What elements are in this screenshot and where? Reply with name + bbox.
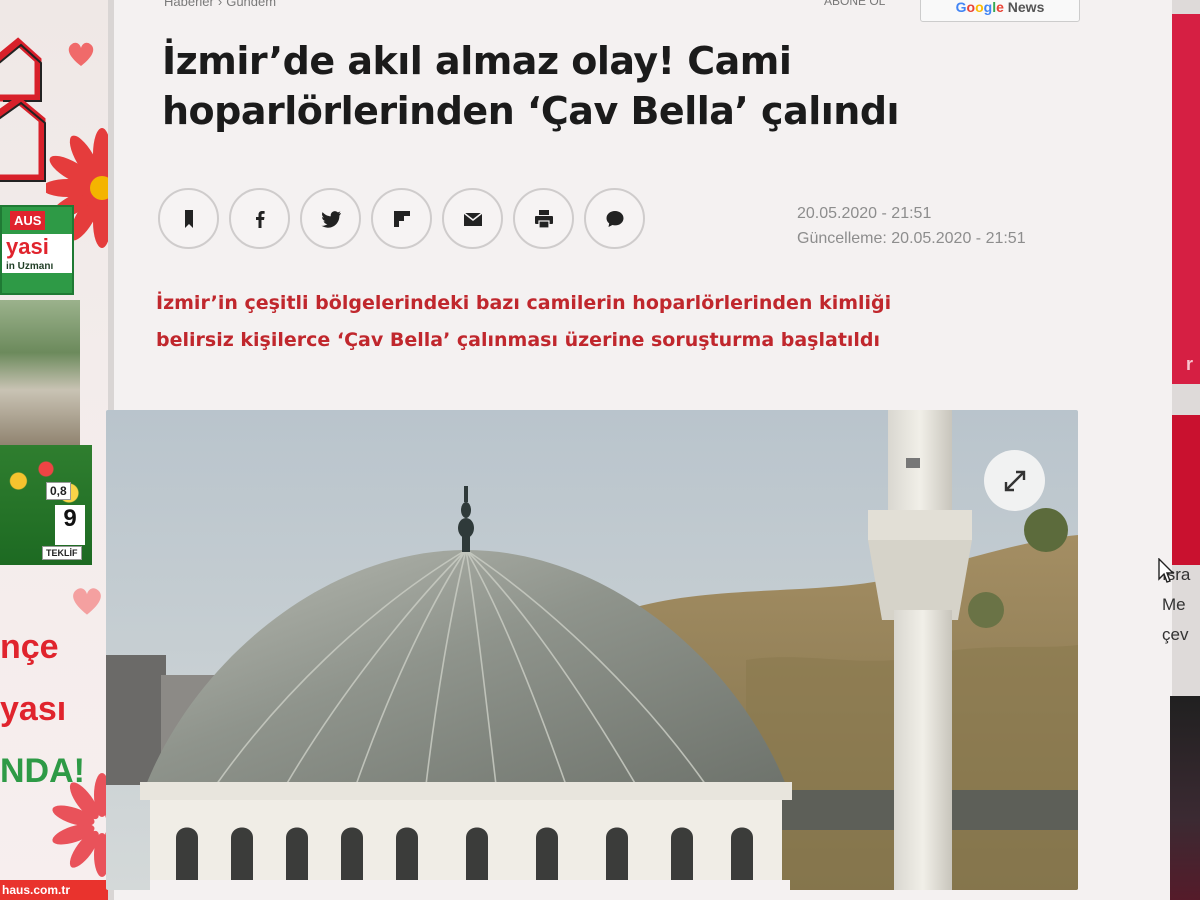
comment-button[interactable] — [584, 188, 645, 249]
sidebar-promo-1-text: r — [1186, 354, 1194, 374]
flipboard-icon — [393, 210, 410, 227]
sidebar-news-thumbnail[interactable] — [1172, 415, 1200, 565]
flower-decoration-icon — [52, 773, 108, 877]
twitter-share-button[interactable] — [300, 188, 361, 249]
house-logo-icon — [0, 37, 46, 182]
article-summary: İzmir’in çeşitli bölgelerindeki bazı cam… — [156, 285, 1056, 359]
sidebar-teaser-line-2: Me — [1162, 595, 1186, 614]
print-button[interactable] — [513, 188, 574, 249]
ad-price-caption: TEKLİF — [42, 546, 82, 560]
expand-image-button[interactable] — [984, 450, 1045, 511]
breadcrumb-item-gundem[interactable]: Gündem — [226, 0, 276, 9]
sidebar-promo-1[interactable]: r — [1172, 14, 1200, 384]
ad-big-text-2: yası — [0, 690, 67, 728]
breadcrumb-separator: › — [217, 0, 223, 9]
ad-url[interactable]: haus.com.tr — [0, 880, 108, 900]
summary-line-2: belirsiz kişilerce ‘Çav Bella’ çalınması… — [156, 329, 881, 351]
article-container: Haberler › Gündem ABONE OL Google News İzm… — [106, 0, 1172, 900]
gnews-letter: o — [975, 0, 984, 15]
ad-tagline: in Uzmanı — [2, 260, 72, 273]
expand-icon — [1004, 470, 1025, 491]
subscribe-link[interactable]: ABONE OL — [824, 0, 885, 8]
gnews-letter: o — [966, 0, 976, 15]
sidebar-news-thumbnail-2[interactable] — [1170, 696, 1200, 900]
breadcrumb-item-haberler[interactable]: Haberler — [164, 0, 214, 9]
mouse-cursor-icon — [1158, 558, 1174, 583]
left-advertisement[interactable]: AUS yasi in Uzmanı 0,8 9 TEKLİF nçe yası… — [0, 0, 108, 900]
gnews-label: News — [1007, 0, 1045, 15]
google-news-button[interactable]: Google News — [920, 0, 1080, 22]
sidebar-teaser-line-3: çev — [1162, 625, 1189, 644]
bookmark-icon — [184, 209, 193, 228]
gnews-letter: G — [955, 0, 967, 15]
email-icon — [463, 211, 482, 226]
ad-headline: yasi — [2, 234, 72, 260]
ad-price-big: 9 — [55, 505, 85, 545]
content-below-image — [150, 880, 790, 900]
share-buttons — [158, 188, 645, 249]
heart-decoration-icon — [73, 588, 101, 615]
gnews-letter: g — [983, 0, 993, 15]
article-dates: 20.05.2020 - 21:51 Güncelleme: 20.05.202… — [797, 201, 1026, 251]
updated-date: Güncelleme: 20.05.2020 - 21:51 — [797, 230, 1026, 247]
ad-brand-box: AUS yasi in Uzmanı — [0, 205, 74, 295]
email-share-button[interactable] — [442, 188, 503, 249]
facebook-icon — [255, 210, 265, 228]
ad-price-small: 0,8 — [46, 482, 71, 500]
flipboard-share-button[interactable] — [371, 188, 432, 249]
ad-garden-photo — [0, 300, 80, 450]
headline-line-2: hoparlörlerinden ‘Çav Bella’ çalındı — [162, 89, 900, 133]
facebook-share-button[interactable] — [229, 188, 290, 249]
breadcrumb: Haberler › Gündem — [164, 0, 276, 9]
article-image[interactable] — [106, 410, 1078, 890]
bookmark-button[interactable] — [158, 188, 219, 249]
summary-line-1: İzmir’in çeşitli bölgelerindeki bazı cam… — [156, 292, 892, 314]
article-headline: İzmir’de akıl almaz olay! Cami hoparlörl… — [162, 36, 1062, 136]
mosque-photo — [106, 410, 1078, 890]
headline-line-1: İzmir’de akıl almaz olay! Cami — [162, 39, 792, 83]
ad-big-text-1: nçe — [0, 628, 59, 666]
twitter-icon — [321, 210, 341, 228]
published-date: 20.05.2020 - 21:51 — [797, 205, 932, 222]
ad-brand-top: AUS — [10, 211, 46, 230]
gnews-letter: e — [996, 0, 1004, 15]
comment-icon — [606, 210, 623, 227]
heart-decoration-icon — [68, 42, 94, 66]
print-icon — [534, 209, 553, 229]
